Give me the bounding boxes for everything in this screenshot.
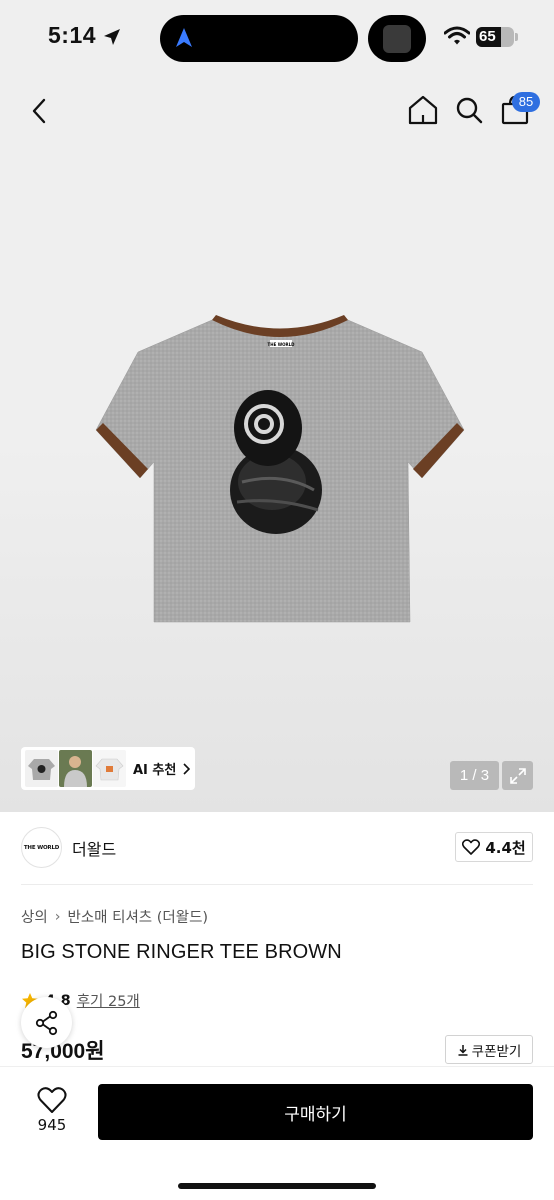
home-indicator <box>178 1183 376 1189</box>
buy-label: 구매하기 <box>284 1104 347 1125</box>
wishlist-heart-icon[interactable] <box>37 1086 67 1114</box>
navigation-arrow-icon <box>176 28 192 47</box>
product-title: BIG STONE RINGER TEE BROWN <box>21 941 342 963</box>
search-icon <box>456 97 483 124</box>
battery-level: 65 <box>479 28 496 45</box>
image-pager: 1 / 3 <box>450 761 499 790</box>
chevron-right-icon <box>183 762 191 775</box>
coupon-label: 쿠폰받기 <box>471 1043 522 1060</box>
product-image[interactable]: THE WORLD <box>92 312 468 626</box>
location-arrow-icon <box>104 29 120 45</box>
status-bar: 5:14 65 <box>0 0 554 76</box>
search-button[interactable] <box>452 93 486 127</box>
battery-indicator: 65 <box>476 27 514 47</box>
download-icon <box>458 1044 468 1056</box>
battery-nub <box>515 33 518 41</box>
home-button[interactable] <box>406 93 440 127</box>
reviews-link[interactable]: 후기 25개 <box>77 990 140 1011</box>
ai-recommend-label: AI 추천 <box>133 763 177 778</box>
status-time: 5:14 <box>48 22 97 48</box>
brand-logo[interactable]: THE WORLD <box>21 827 62 868</box>
breadcrumb-item[interactable]: 반소매 티셔츠 (더왈드) <box>68 906 209 927</box>
share-icon <box>35 1010 57 1035</box>
ai-recommend-chip[interactable]: AI 추천 <box>21 747 195 790</box>
share-button[interactable] <box>21 997 72 1048</box>
back-icon <box>32 98 46 124</box>
wishlist-count: 945 <box>37 1116 67 1134</box>
cart-badge: 85 <box>512 92 540 112</box>
brand-logo-text: THE WORLD <box>23 844 60 851</box>
back-button[interactable] <box>22 94 56 128</box>
expand-image-button[interactable] <box>502 761 533 790</box>
camera-preview <box>383 25 411 53</box>
coupon-button[interactable]: 쿠폰받기 <box>445 1035 533 1064</box>
thumb-model-photo[interactable] <box>59 750 92 787</box>
divider <box>21 884 533 885</box>
home-icon <box>408 95 438 125</box>
wifi-icon <box>444 26 470 45</box>
tee-label-text: THE WORLD <box>268 342 296 347</box>
thumb-white-tee[interactable] <box>93 750 126 787</box>
breadcrumb-item[interactable]: 상의 <box>21 906 48 927</box>
buy-button[interactable]: 구매하기 <box>98 1084 533 1140</box>
thumb-grey-tee[interactable] <box>25 750 58 787</box>
heart-icon <box>462 839 481 855</box>
expand-icon <box>509 767 526 784</box>
brand-name[interactable]: 더왈드 <box>72 836 116 860</box>
brand-like-button[interactable]: 4.4천 <box>455 832 533 862</box>
chevron-right-icon: › <box>54 908 61 925</box>
breadcrumb: 상의 › 반소매 티셔츠 (더왈드) <box>21 906 208 927</box>
brand-like-count: 4.4천 <box>485 838 526 857</box>
